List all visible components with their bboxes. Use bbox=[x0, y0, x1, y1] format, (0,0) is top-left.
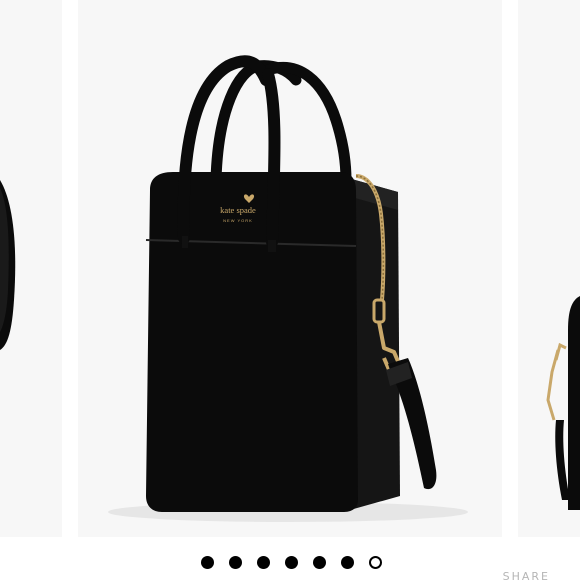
carousel-dot-6[interactable] bbox=[341, 555, 354, 569]
next-slide-image[interactable] bbox=[518, 0, 580, 537]
carousel-dot-7-active[interactable] bbox=[369, 555, 382, 569]
next-bag-image bbox=[546, 296, 580, 510]
main-product-image[interactable] bbox=[78, 0, 502, 537]
previous-slide-image[interactable] bbox=[0, 0, 62, 537]
carousel-dot-3[interactable] bbox=[257, 555, 270, 569]
brand-logo: kate spade NEW YORK bbox=[218, 206, 258, 223]
previous-bag-image bbox=[0, 180, 16, 350]
carousel-dot-5[interactable] bbox=[313, 555, 326, 569]
brand-logo-subtext: NEW YORK bbox=[223, 217, 253, 223]
carousel-pagination bbox=[0, 551, 580, 573]
carousel-dot-1[interactable] bbox=[201, 555, 214, 569]
carousel-dot-2[interactable] bbox=[229, 555, 242, 569]
carousel-dot-4[interactable] bbox=[285, 555, 298, 569]
share-button[interactable]: SHARE bbox=[503, 570, 550, 580]
brand-logo-text: kate spade bbox=[220, 205, 256, 215]
product-image-carousel[interactable]: kate spade NEW YORK SHARE bbox=[0, 0, 580, 580]
laptop-bag-image bbox=[108, 55, 468, 522]
